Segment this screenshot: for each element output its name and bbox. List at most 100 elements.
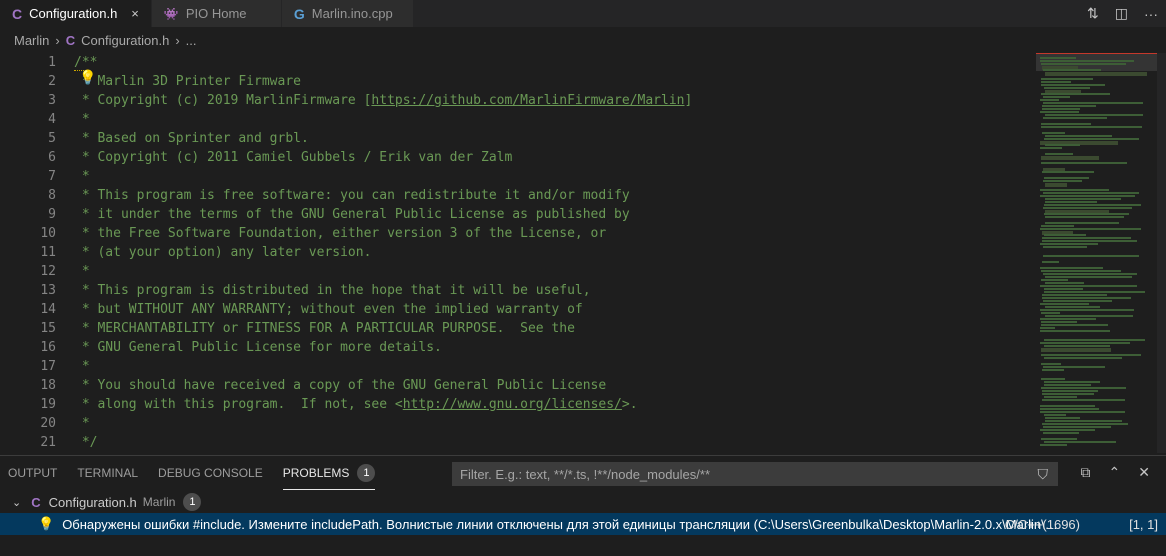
tab-marlin-ino-cpp[interactable]: G Marlin.ino.cpp	[281, 0, 414, 27]
minimap-line	[1045, 420, 1122, 422]
minimap-line	[1040, 111, 1079, 113]
code-area[interactable]: /** * Marlin 3D Printer Firmware * Copyr…	[74, 53, 692, 452]
code-line: * GNU General Public License for more de…	[74, 340, 442, 355]
code-link[interactable]: https://github.com/MarlinFirmware/Marlin	[371, 93, 684, 108]
minimap-line	[1041, 270, 1121, 272]
code-link[interactable]: http://www.gnu.org/licenses/	[403, 397, 622, 412]
line-number: 16	[40, 340, 56, 355]
minimap-line	[1041, 225, 1074, 227]
minimap-line	[1045, 198, 1121, 200]
problems-count-badge: 1	[357, 463, 376, 482]
tab-pio-home[interactable]: 👾 PIO Home	[151, 0, 282, 27]
line-number: 1	[48, 55, 56, 70]
minimap-line	[1042, 108, 1080, 110]
line-number: 12	[40, 264, 56, 279]
c-file-icon: C	[12, 5, 23, 22]
code-line: * it under the terms of the GNU General …	[74, 207, 630, 222]
minimap-line	[1041, 63, 1126, 65]
minimap-line	[1041, 84, 1105, 86]
lightbulb-icon: 💡	[38, 516, 55, 531]
breadcrumb-folder[interactable]: Marlin	[14, 33, 49, 48]
minimap-line	[1043, 432, 1079, 434]
minimap-line	[1041, 321, 1077, 323]
minimap-line	[1045, 276, 1132, 278]
line-number: 15	[40, 321, 56, 336]
minimap-line	[1043, 273, 1137, 275]
code-line: *	[74, 416, 90, 431]
close-panel-icon[interactable]: ✕	[1138, 464, 1150, 481]
minimap-line	[1042, 105, 1096, 107]
collapse-all-icon[interactable]: ⧉	[1081, 464, 1091, 481]
minimap-line	[1040, 195, 1135, 197]
minimap-line	[1041, 126, 1142, 128]
chevron-down-icon[interactable]: ⌄	[12, 496, 21, 509]
minimap-line	[1045, 216, 1124, 218]
code-line: /**	[74, 55, 98, 70]
minimap-line	[1045, 282, 1084, 284]
minimap-line	[1045, 72, 1147, 76]
line-number: 10	[40, 226, 56, 241]
breadcrumb: Marlin › C Configuration.h › ...	[0, 27, 1166, 53]
minimap-line	[1045, 222, 1119, 224]
code-editor[interactable]: 1 2 3 4 5 6 7 8 9 10 11 12 13 14 15 16 17 18 19 20 21 /** * …	[0, 53, 1036, 453]
tab-debug-console[interactable]: DEBUG CONSOLE	[158, 456, 263, 490]
problem-file-group[interactable]: ⌄ C Configuration.h Marlin 1	[0, 491, 1166, 513]
minimap-line	[1043, 300, 1112, 302]
line-number: 9	[48, 207, 56, 222]
compare-changes-icon[interactable]: ⇅	[1087, 5, 1099, 22]
minimap-line	[1045, 144, 1080, 146]
problem-file-count-badge: 1	[183, 493, 202, 511]
breadcrumb-symbols[interactable]: ...	[186, 33, 197, 48]
tab-problems[interactable]: PROBLEMS 1	[282, 456, 376, 490]
line-number: 14	[40, 302, 56, 317]
lightbulb-icon[interactable]: 💡	[79, 69, 96, 86]
minimap-line	[1044, 87, 1090, 89]
minimap-line	[1043, 96, 1070, 98]
minimap[interactable]	[1036, 53, 1166, 453]
minimap-line	[1043, 366, 1105, 368]
maximize-panel-icon[interactable]: ⌃	[1109, 464, 1121, 481]
minimap-line	[1043, 102, 1143, 104]
vertical-scrollbar[interactable]	[1157, 53, 1166, 453]
split-editor-icon[interactable]: ◫	[1115, 5, 1128, 22]
c-file-icon: C	[31, 494, 41, 510]
platformio-icon: 👾	[163, 6, 179, 21]
minimap-line	[1040, 411, 1125, 413]
code-line: *	[74, 264, 90, 279]
tab-label: Marlin.ino.cpp	[311, 6, 393, 21]
tab-problems-label: PROBLEMS	[282, 465, 350, 480]
tab-terminal[interactable]: TERMINAL	[77, 456, 138, 490]
code-line: * MERCHANTABILITY or FITNESS FOR A PARTI…	[74, 321, 575, 336]
line-number: 7	[48, 169, 56, 184]
filter-icon[interactable]: ⛉	[1038, 466, 1049, 483]
minimap-line	[1040, 243, 1098, 245]
code-text: * along with this program. If not, see <	[74, 397, 403, 412]
minimap-line	[1045, 114, 1143, 116]
breadcrumb-file[interactable]: Configuration.h	[81, 33, 169, 48]
tab-output[interactable]: OUTPUT	[8, 456, 57, 490]
code-line: * You should have received a copy of the…	[74, 378, 607, 393]
minimap-line	[1040, 318, 1096, 320]
code-line: * along with this program. If not, see <…	[74, 395, 692, 414]
code-line: * This program is distributed in the hop…	[74, 283, 591, 298]
problem-message: Обнаружены ошибки #include. Измените inc…	[62, 516, 1063, 532]
code-line: */	[74, 435, 98, 450]
bottom-panel: OUTPUT TERMINAL DEBUG CONSOLE PROBLEMS 1…	[0, 455, 1166, 556]
code-line: *	[74, 359, 90, 374]
minimap-line	[1040, 189, 1109, 191]
minimap-line	[1041, 78, 1093, 80]
minimap-line	[1040, 408, 1099, 410]
line-number: 8	[48, 188, 56, 203]
filter-input[interactable]	[458, 465, 1022, 483]
minimap-line	[1040, 99, 1059, 101]
close-icon[interactable]: ×	[131, 6, 139, 21]
tab-configuration-h[interactable]: C Configuration.h ×	[0, 0, 152, 27]
more-actions-icon[interactable]: ···	[1144, 6, 1158, 22]
minimap-line	[1042, 237, 1131, 239]
minimap-line	[1043, 207, 1132, 209]
problem-item[interactable]: 💡 Обнаружены ошибки #include. Измените i…	[0, 513, 1166, 535]
minimap-line	[1041, 156, 1099, 160]
minimap-line	[1044, 339, 1145, 341]
line-number: 2	[48, 74, 56, 89]
minimap-line	[1044, 381, 1100, 383]
